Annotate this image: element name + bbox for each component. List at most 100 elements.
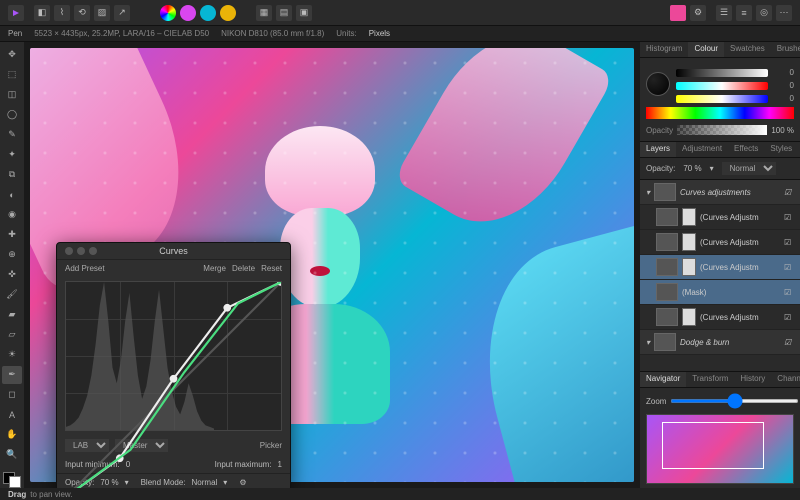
accent-swatch[interactable] — [670, 5, 686, 21]
app-menu-icon[interactable] — [8, 5, 24, 21]
b-slider[interactable] — [676, 95, 768, 103]
visibility-checkbox[interactable]: ☑ — [784, 263, 794, 272]
merge-button[interactable]: Merge — [203, 264, 226, 273]
arrange-icon[interactable]: ☰ — [716, 5, 732, 21]
clone-tool-icon[interactable]: ⊕ — [2, 246, 22, 264]
layer-row[interactable]: ▾Dodge & burn☑ — [640, 330, 800, 355]
dialog-titlebar[interactable]: Curves — [57, 243, 290, 260]
persona-photo-icon[interactable]: ◧ — [34, 5, 50, 21]
layer-opacity-value[interactable]: 70 % — [683, 164, 701, 173]
pen-tool-icon[interactable]: ✒ — [2, 366, 22, 384]
canvas[interactable]: Curves Add Preset Merge Delete Reset — [24, 42, 640, 488]
snapshot-icon[interactable]: ◎ — [756, 5, 772, 21]
tab-channels[interactable]: Channels — [771, 372, 800, 387]
persona-export-icon[interactable]: ↗ — [114, 5, 130, 21]
tab-histogram[interactable]: Histogram — [640, 42, 688, 57]
move-tool-icon[interactable]: ✥ — [2, 46, 22, 64]
preferences-icon[interactable]: ⋯ — [776, 5, 792, 21]
tab-colour[interactable]: Colour — [688, 42, 724, 57]
zoom-tool-icon[interactable]: 🔍 — [2, 446, 22, 464]
layer-row[interactable]: (Curves Adjustm☑ — [640, 255, 800, 280]
a-value[interactable]: 0 — [772, 81, 794, 90]
tab-swatches[interactable]: Swatches — [724, 42, 771, 57]
zoom-slider[interactable] — [670, 399, 799, 403]
minimize-icon[interactable] — [77, 247, 85, 255]
a-slider[interactable] — [676, 82, 768, 90]
tab-brushes[interactable]: Brushes — [771, 42, 800, 57]
lasso-tool-icon[interactable]: ◯ — [2, 106, 22, 124]
opacity-slider[interactable] — [677, 125, 767, 135]
reset-button[interactable]: Reset — [261, 264, 282, 273]
layer-row[interactable]: (Curves Adjustm☑ — [640, 230, 800, 255]
zoom-icon[interactable] — [89, 247, 97, 255]
swatch-cyan[interactable] — [200, 5, 216, 21]
toggle-grid-icon[interactable]: ▦ — [256, 5, 272, 21]
color-chip[interactable] — [3, 472, 21, 488]
tab-history[interactable]: History — [734, 372, 771, 387]
b-value[interactable]: 0 — [772, 94, 794, 103]
tab-transform[interactable]: Transform — [686, 372, 734, 387]
toggle-snap-icon[interactable]: ▣ — [296, 5, 312, 21]
selection-tool-icon[interactable]: ◫ — [2, 86, 22, 104]
layer-row[interactable]: ▾Curves adjustments☑ — [640, 180, 800, 205]
blend-mode-select[interactable]: Normal — [722, 162, 776, 175]
units-label: Units: — [336, 29, 356, 38]
tab-effects[interactable]: Effects — [728, 142, 764, 157]
l-value[interactable]: 0 — [772, 68, 794, 77]
paint-brush-icon[interactable]: 🖌 — [2, 286, 22, 304]
swatch-yellow[interactable] — [220, 5, 236, 21]
opacity-value[interactable]: 100 % — [771, 126, 794, 135]
inpaint-tool-icon[interactable]: ✚ — [2, 226, 22, 244]
develop-tool-icon[interactable]: ◐ — [2, 186, 22, 204]
persona-develop-icon[interactable]: ⟲ — [74, 5, 90, 21]
curves-dialog[interactable]: Curves Add Preset Merge Delete Reset — [56, 242, 291, 488]
crop-tool-icon[interactable]: ⧉ — [2, 166, 22, 184]
navigator-thumbnail[interactable] — [646, 414, 794, 484]
assistant-icon[interactable]: ⚙ — [690, 5, 706, 21]
units-value[interactable]: Pixels — [369, 29, 390, 38]
curves-graph[interactable] — [65, 281, 282, 431]
flood-select-icon[interactable]: ✦ — [2, 146, 22, 164]
layer-row[interactable]: (Mask)☑ — [640, 280, 800, 305]
swatch-magenta[interactable] — [180, 5, 196, 21]
chevron-down-icon[interactable]: ▾ — [710, 164, 714, 173]
hue-strip[interactable] — [646, 107, 794, 119]
status-action: Drag — [8, 490, 26, 499]
persona-tone-icon[interactable]: ▨ — [94, 5, 110, 21]
layer-row[interactable]: (Curves Adjustm☑ — [640, 205, 800, 230]
visibility-checkbox[interactable]: ☑ — [784, 313, 794, 322]
brush-select-icon[interactable]: ✎ — [2, 126, 22, 144]
delete-button[interactable]: Delete — [232, 264, 255, 273]
tab-adjustment[interactable]: Adjustment — [676, 142, 728, 157]
hand-tool-icon[interactable]: ✋ — [2, 426, 22, 444]
close-icon[interactable] — [65, 247, 73, 255]
tab-layers[interactable]: Layers — [640, 142, 676, 157]
disclosure-icon[interactable]: ▾ — [646, 188, 650, 197]
dodge-tool-icon[interactable]: ☀ — [2, 346, 22, 364]
erase-tool-icon[interactable]: ▱ — [2, 326, 22, 344]
tab-navigator[interactable]: Navigator — [640, 372, 686, 387]
disclosure-icon[interactable]: ▾ — [646, 338, 650, 347]
navigator-viewport-rect[interactable] — [662, 422, 764, 470]
node-tool-icon[interactable]: ⬚ — [2, 66, 22, 84]
toggle-guides-icon[interactable]: ▤ — [276, 5, 292, 21]
persona-liquify-icon[interactable]: ⌇ — [54, 5, 70, 21]
layer-row[interactable]: (Curves Adjustm☑ — [640, 305, 800, 330]
fill-tool-icon[interactable]: ▰ — [2, 306, 22, 324]
visibility-checkbox[interactable]: ☑ — [784, 213, 794, 222]
visibility-checkbox[interactable]: ☑ — [784, 238, 794, 247]
visibility-checkbox[interactable]: ☑ — [784, 188, 794, 197]
text-tool-icon[interactable]: A — [2, 406, 22, 424]
shape-tool-icon[interactable]: ◻ — [2, 386, 22, 404]
align-icon[interactable]: ≡ — [736, 5, 752, 21]
color-wheel-icon[interactable] — [160, 5, 176, 21]
l-slider[interactable] — [676, 69, 768, 77]
tab-styles[interactable]: Styles — [764, 142, 798, 157]
add-preset-button[interactable]: Add Preset — [65, 264, 105, 273]
curve-lines[interactable] — [66, 282, 281, 488]
visibility-checkbox[interactable]: ☑ — [784, 338, 794, 347]
visibility-checkbox[interactable]: ☑ — [784, 288, 794, 297]
redeye-tool-icon[interactable]: ◉ — [2, 206, 22, 224]
color-well[interactable] — [646, 72, 670, 96]
heal-tool-icon[interactable]: ✜ — [2, 266, 22, 284]
